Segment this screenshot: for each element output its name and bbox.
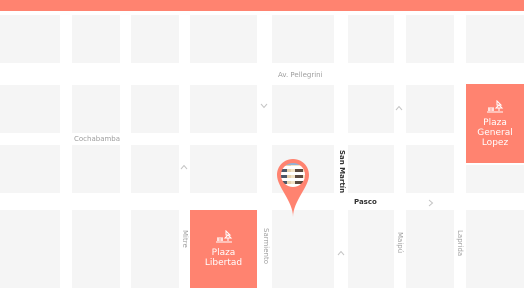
street-label-sarmiento: Sarmiento (262, 228, 270, 265)
city-block (466, 15, 524, 63)
city-block (72, 210, 120, 288)
map-view[interactable]: Plaza General Lopez Plaza Libertad Av. P… (0, 0, 524, 288)
plaza-libertad[interactable]: Plaza Libertad (190, 210, 257, 288)
city-block (272, 210, 334, 288)
plaza-label: Plaza General Lopez (477, 117, 513, 148)
city-block (348, 85, 394, 133)
street-label-mitre: Mitre (181, 230, 189, 248)
city-block (348, 15, 394, 63)
plaza-label: Plaza Libertad (204, 248, 243, 268)
park-icon (487, 99, 504, 112)
top-accent-bar (0, 0, 524, 11)
city-block (190, 15, 257, 63)
city-block (72, 15, 120, 63)
city-block (272, 85, 334, 133)
city-block (348, 210, 394, 288)
city-block (0, 145, 60, 193)
city-block (131, 145, 179, 193)
city-block (466, 165, 524, 193)
street-label-cochabamba: Cochabamba (74, 135, 121, 143)
city-block (131, 85, 179, 133)
direction-arrow-right-icon (428, 199, 434, 207)
street-label-maipu: Maipú (396, 232, 404, 254)
city-block (406, 145, 454, 193)
street-label-pellegrini: Av. Pellegrini (278, 71, 323, 79)
city-block (190, 85, 257, 133)
street-label-pasco: Pasco (354, 198, 377, 206)
street-label-san-martin: San Martín (338, 150, 346, 194)
city-block (272, 15, 334, 63)
city-block (72, 145, 120, 193)
plaza-general-lopez[interactable]: Plaza General Lopez (466, 84, 524, 163)
city-block (190, 145, 257, 193)
city-block (466, 210, 524, 288)
direction-arrow-down-icon (260, 103, 268, 109)
city-block (131, 15, 179, 63)
city-block (0, 15, 60, 63)
city-block (406, 85, 454, 133)
city-block (0, 85, 60, 133)
direction-arrow-up-icon (337, 250, 345, 256)
city-block (0, 210, 60, 288)
city-block (131, 210, 179, 288)
city-block (406, 210, 454, 288)
street-label-laprida: Laprida (456, 230, 464, 257)
direction-arrow-up-icon (180, 164, 188, 170)
city-block (348, 145, 394, 193)
city-block (406, 15, 454, 63)
city-block (72, 85, 120, 133)
direction-arrow-up-icon (395, 105, 403, 111)
park-icon (215, 230, 232, 243)
location-pin-icon[interactable] (276, 158, 310, 218)
